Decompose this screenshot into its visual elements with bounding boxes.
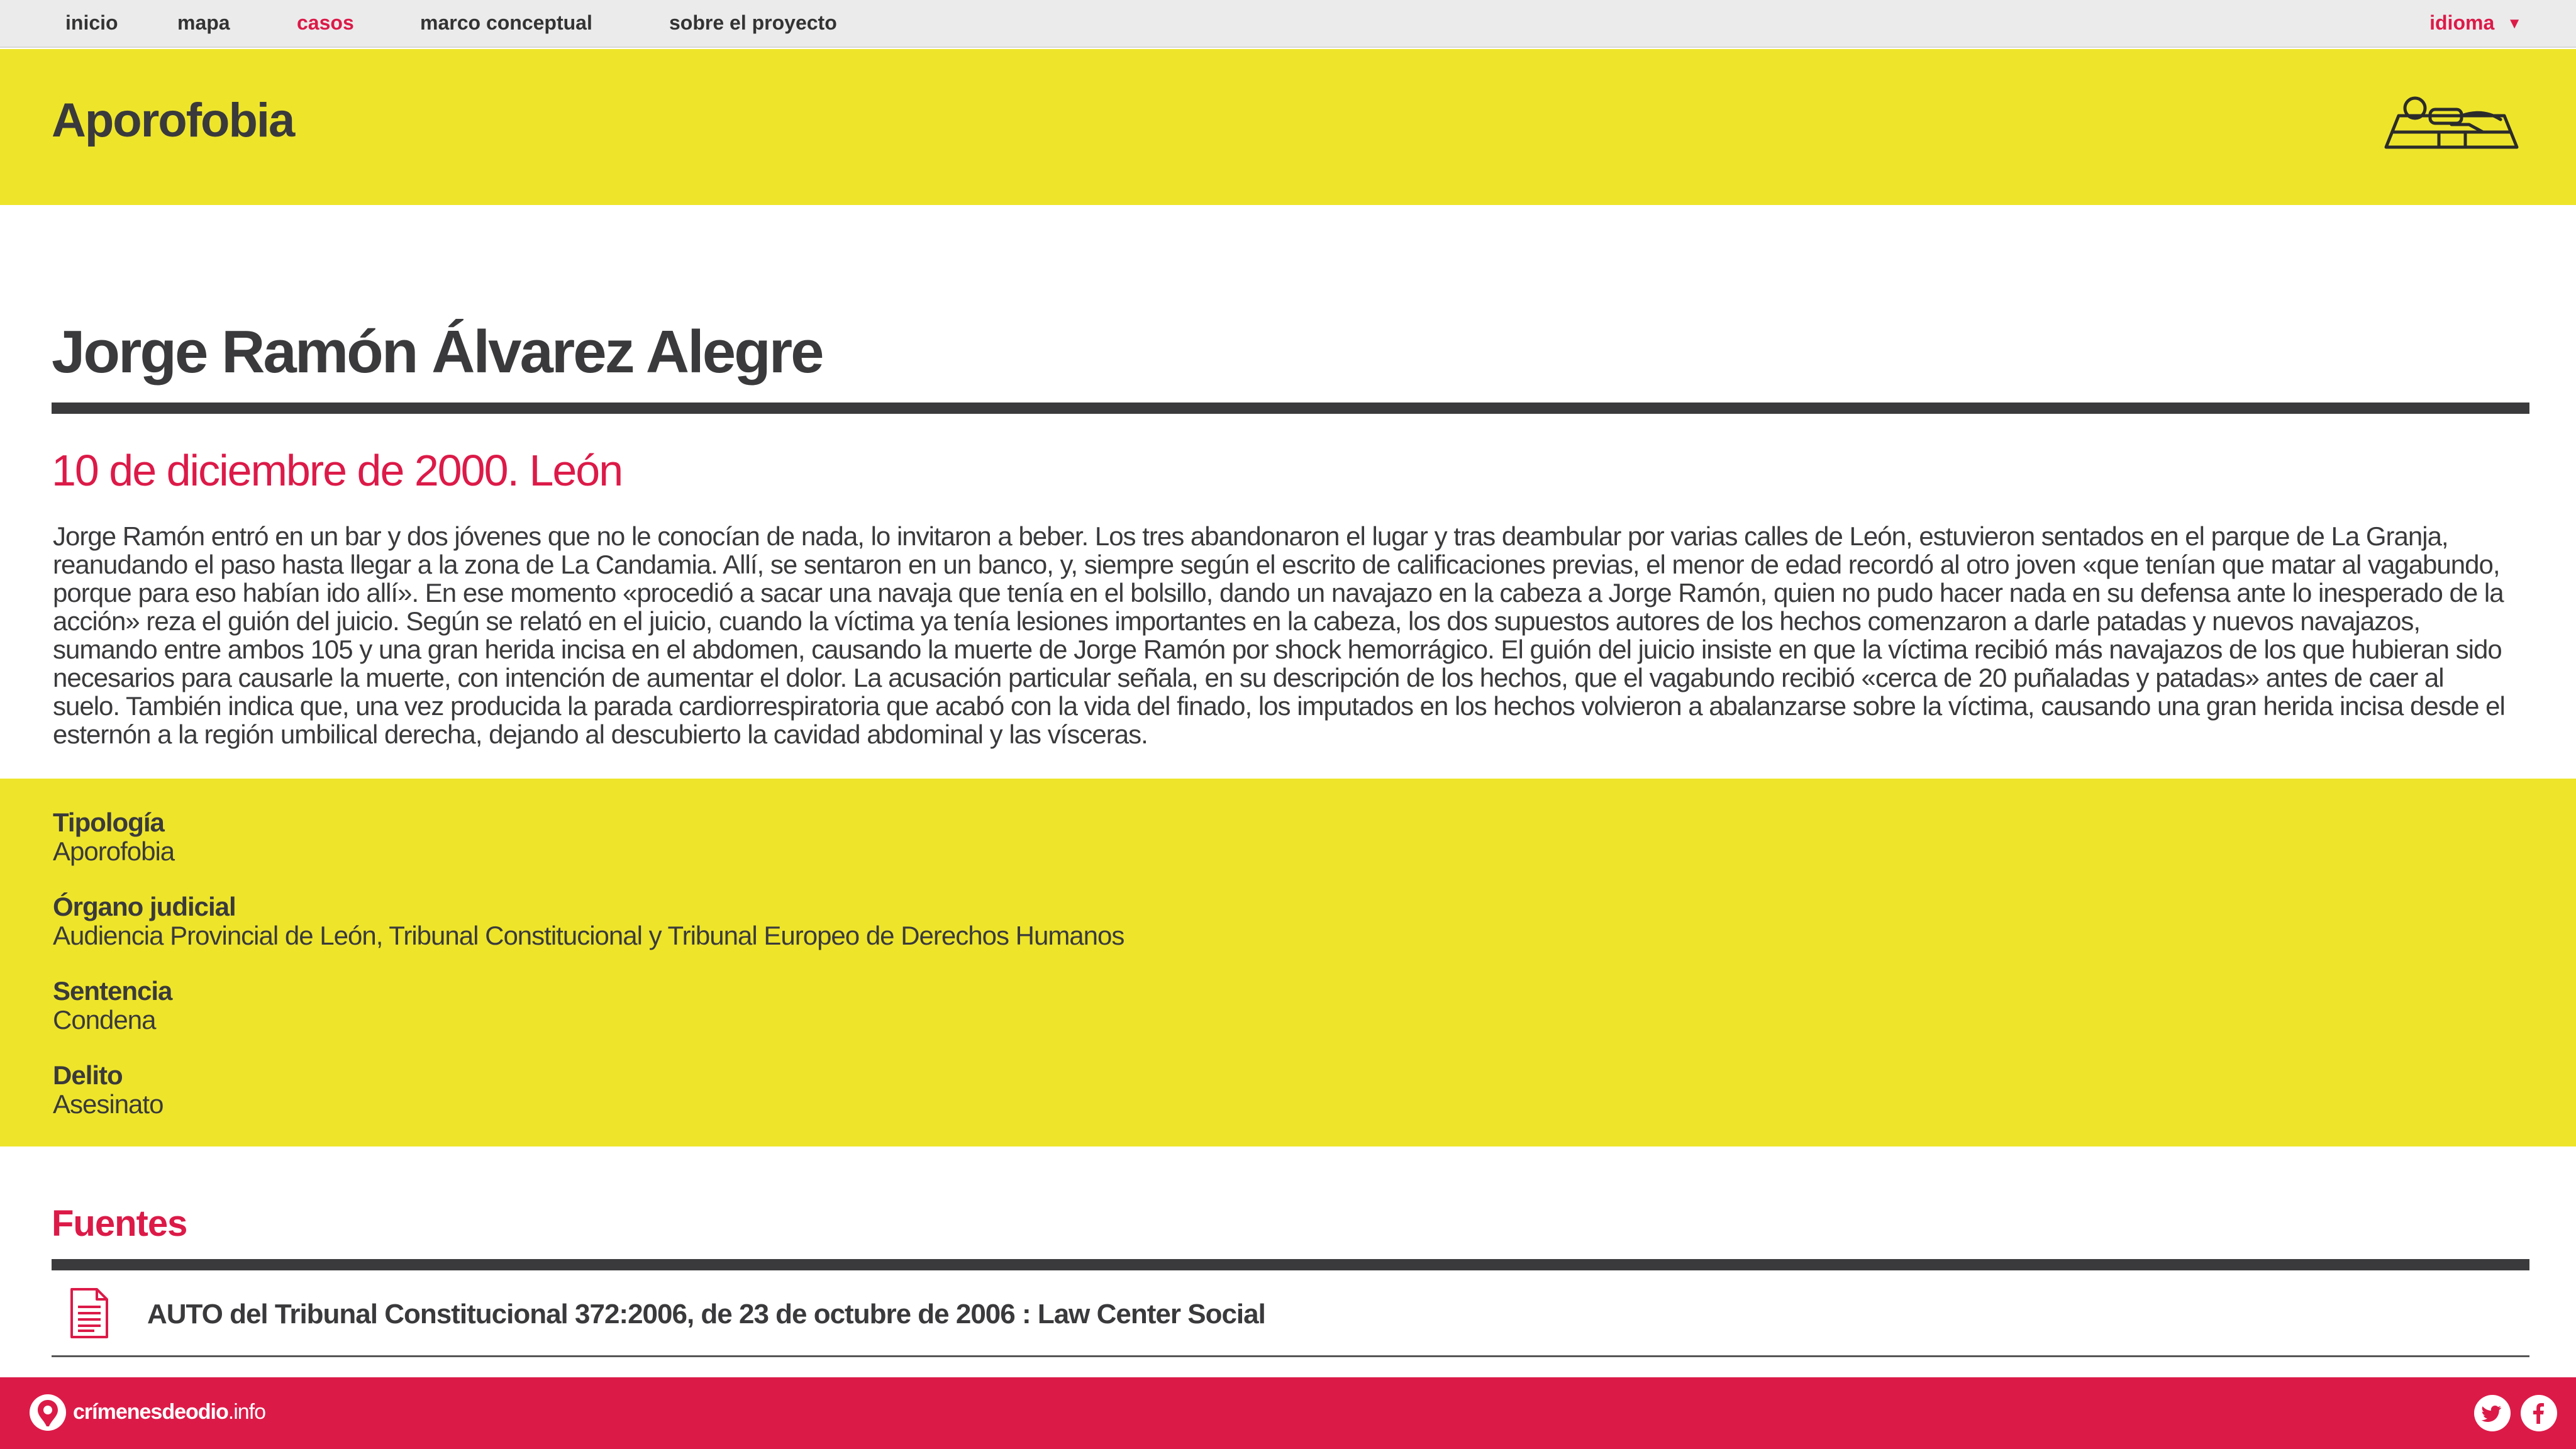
- fact-sentencia: Sentencia Condena: [53, 977, 172, 1035]
- site-logo-icon[interactable]: [28, 1392, 68, 1434]
- fact-label: Tipología: [53, 808, 165, 837]
- source-link[interactable]: AUTO del Tribunal Constitucional 372:200…: [147, 1299, 1266, 1330]
- brand-name: crímenesdeodio: [73, 1400, 229, 1424]
- language-selector[interactable]: idioma ▼: [2429, 11, 2522, 35]
- caret-down-icon: ▼: [2507, 15, 2522, 32]
- nav-casos[interactable]: casos: [297, 11, 354, 35]
- document-icon[interactable]: [69, 1287, 109, 1340]
- divider: [52, 402, 2529, 414]
- facebook-icon[interactable]: [2521, 1395, 2557, 1431]
- case-victim-name: Jorge Ramón Álvarez Alegre: [52, 318, 824, 386]
- fact-delito: Delito Asesinato: [53, 1060, 164, 1119]
- nav-inicio[interactable]: inicio: [65, 11, 118, 35]
- sources-heading: Fuentes: [52, 1203, 187, 1244]
- fact-label: Delito: [53, 1060, 123, 1090]
- sleeping-person-on-bench-icon: [2384, 96, 2519, 149]
- nav-marco-conceptual[interactable]: marco conceptual: [420, 11, 592, 35]
- fact-value: Audiencia Provincial de León, Tribunal C…: [53, 921, 1124, 950]
- fact-value: Asesinato: [53, 1089, 164, 1119]
- twitter-icon[interactable]: [2474, 1395, 2511, 1431]
- fact-value: Aporofobia: [53, 836, 175, 866]
- divider: [52, 1259, 2529, 1270]
- case-description: Jorge Ramón entró en un bar y dos jóvene…: [53, 521, 2506, 749]
- footer: crímenesdeodio.info: [0, 1377, 2576, 1449]
- case-date-place: 10 de diciembre de 2000. León: [52, 446, 623, 495]
- fact-label: Órgano judicial: [53, 892, 236, 921]
- page-category-title: Aporofobia: [52, 94, 295, 147]
- nav-sobre-el-proyecto[interactable]: sobre el proyecto: [669, 11, 837, 35]
- category-header: [0, 49, 2576, 205]
- source-item: AUTO del Tribunal Constitucional 372:200…: [52, 1272, 2529, 1357]
- fact-organo-judicial: Órgano judicial Audiencia Provincial de …: [53, 892, 1124, 950]
- brand-suffix: .info: [228, 1400, 266, 1424]
- fact-label: Sentencia: [53, 976, 172, 1006]
- fact-value: Condena: [53, 1005, 156, 1035]
- footer-brand[interactable]: crímenesdeodio.info: [73, 1400, 266, 1424]
- case-facts-panel: [0, 779, 2576, 1146]
- language-label: idioma: [2429, 11, 2495, 34]
- top-nav: inicio mapa casos marco conceptual sobre…: [0, 0, 2576, 48]
- nav-mapa[interactable]: mapa: [177, 11, 230, 35]
- fact-tipologia: Tipología Aporofobia: [53, 808, 175, 866]
